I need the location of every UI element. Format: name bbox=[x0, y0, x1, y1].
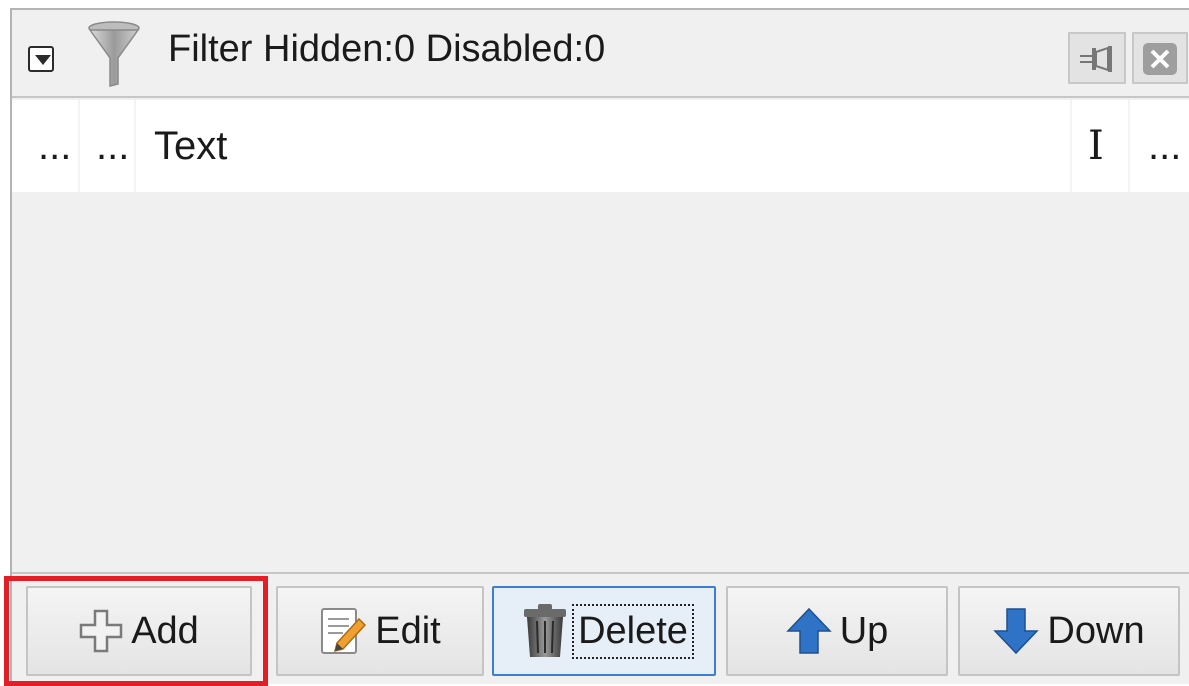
trash-icon bbox=[520, 603, 570, 659]
pin-icon bbox=[1080, 46, 1112, 72]
panel-title: Filter Hidden:0 Disabled:0 bbox=[168, 28, 606, 70]
column-divider bbox=[1070, 100, 1072, 192]
arrow-down-icon bbox=[993, 607, 1040, 655]
add-button[interactable]: Add bbox=[26, 586, 252, 676]
pin-button[interactable] bbox=[1068, 32, 1126, 84]
collapse-button[interactable] bbox=[28, 46, 54, 72]
up-button-label: Up bbox=[839, 609, 889, 652]
filter-cell-4[interactable]: I bbox=[1088, 100, 1104, 192]
filter-cell-1[interactable]: ... bbox=[38, 100, 71, 192]
filter-list: ... ... Text I ... bbox=[12, 96, 1189, 574]
collapse-icon bbox=[35, 55, 51, 65]
add-button-label: Add bbox=[131, 609, 199, 652]
filter-cell-2[interactable]: ... bbox=[96, 100, 129, 192]
arrow-up-icon bbox=[785, 607, 832, 655]
filter-toolbar: Add Edit Delete Up Down bbox=[4, 576, 1189, 686]
filter-cell-5[interactable]: ... bbox=[1148, 100, 1181, 192]
column-divider bbox=[134, 100, 136, 192]
column-divider bbox=[78, 100, 80, 192]
up-button[interactable]: Up bbox=[726, 586, 948, 676]
edit-icon bbox=[319, 605, 367, 657]
funnel-icon bbox=[88, 21, 140, 87]
down-button[interactable]: Down bbox=[958, 586, 1180, 676]
filter-panel: Filter Hidden:0 Disabled:0 ... ... Text … bbox=[4, 8, 1189, 686]
down-button-label: Down bbox=[1047, 609, 1145, 652]
filter-cell-text[interactable]: Text bbox=[154, 100, 227, 192]
close-icon bbox=[1143, 43, 1177, 75]
edit-button-label: Edit bbox=[375, 609, 441, 652]
table-row[interactable]: ... ... Text I ... bbox=[12, 100, 1189, 192]
panel-header: Filter Hidden:0 Disabled:0 bbox=[12, 10, 1189, 96]
column-divider bbox=[1128, 100, 1130, 192]
delete-button-label: Delete bbox=[572, 603, 694, 659]
edit-button[interactable]: Edit bbox=[276, 586, 484, 676]
plus-icon bbox=[79, 609, 123, 653]
close-button[interactable] bbox=[1132, 32, 1188, 84]
delete-button[interactable]: Delete bbox=[492, 586, 716, 676]
